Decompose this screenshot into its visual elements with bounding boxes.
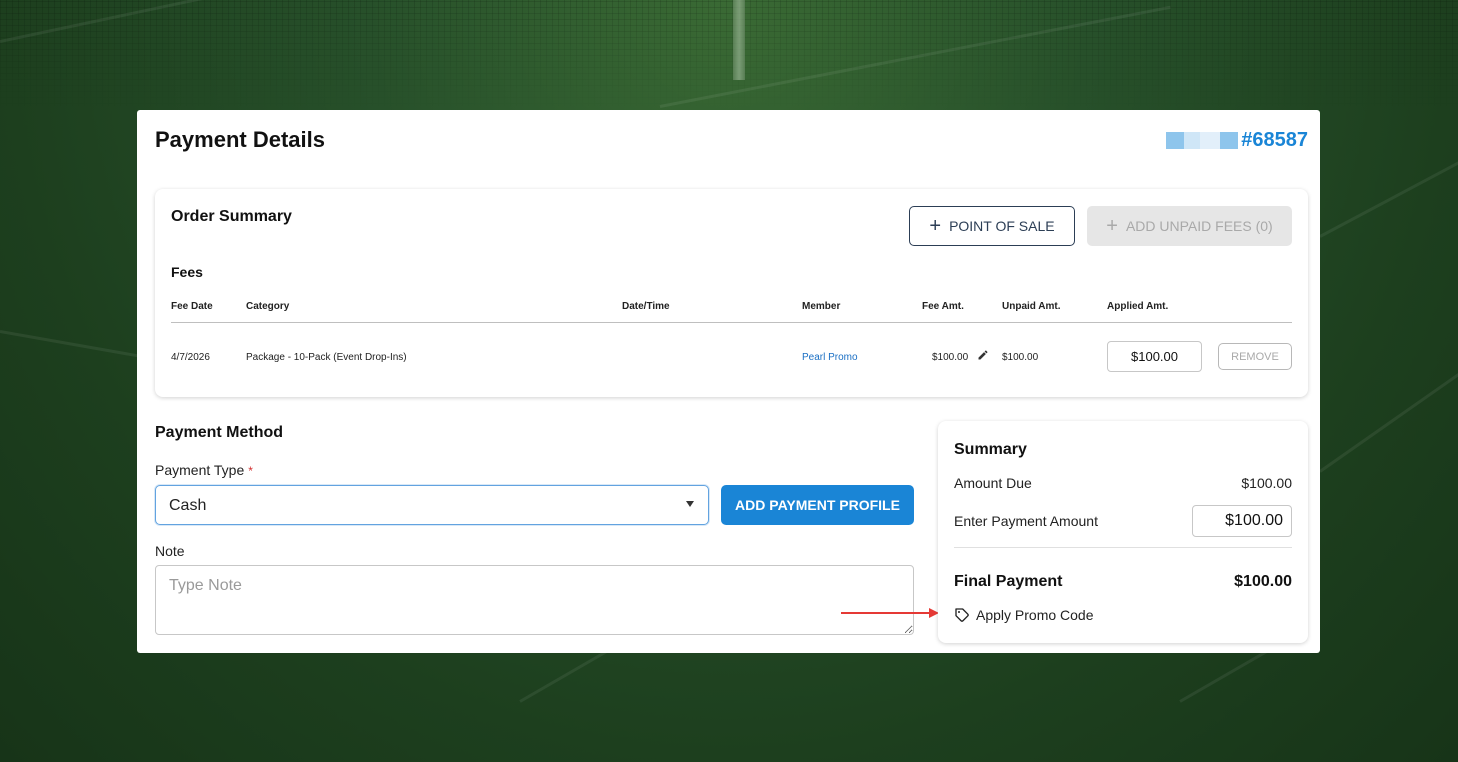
payment-type-label: Payment Type *	[155, 462, 253, 478]
caret-down-icon	[686, 501, 694, 507]
amount-due-value: $100.00	[1241, 475, 1292, 491]
apply-promo-code-link[interactable]: Apply Promo Code	[954, 607, 1094, 623]
final-payment-value: $100.00	[1234, 573, 1292, 590]
summary-divider	[954, 547, 1292, 548]
order-id: #68587	[1166, 129, 1308, 152]
applied-amount-input[interactable]	[1107, 341, 1202, 372]
column-header-fee-date: Fee Date	[171, 301, 213, 312]
net-post-background	[733, 0, 745, 80]
page-title: Payment Details	[155, 127, 325, 152]
column-header-category: Category	[246, 301, 290, 312]
payment-details-card: Payment Details #68587 Order Summary + P…	[137, 110, 1320, 653]
order-summary-title: Order Summary	[171, 208, 292, 225]
payment-type-select[interactable]: Cash	[155, 485, 709, 525]
payment-type-label-text: Payment Type	[155, 462, 245, 478]
column-header-member: Member	[802, 301, 841, 312]
summary-title: Summary	[954, 441, 1027, 458]
payment-method-title: Payment Method	[155, 424, 284, 441]
point-of-sale-button[interactable]: + POINT OF SALE	[909, 206, 1075, 246]
category-cell: Package - 10-Pack (Event Drop-Ins)	[246, 352, 407, 363]
add-unpaid-fees-label: ADD UNPAID FEES (0)	[1125, 218, 1273, 234]
fees-title: Fees	[171, 264, 203, 280]
note-textarea[interactable]	[155, 565, 914, 635]
note-label: Note	[155, 543, 185, 559]
required-marker: *	[248, 464, 253, 478]
order-number: #68587	[1241, 129, 1308, 151]
fee-date-cell: 4/7/2026	[171, 352, 210, 363]
court-line	[1319, 155, 1458, 238]
table-header-divider	[171, 322, 1292, 323]
column-header-unpaid-amt: Unpaid Amt.	[1002, 301, 1061, 312]
redacted-block	[1166, 132, 1239, 149]
member-link[interactable]: Pearl Promo	[802, 352, 858, 363]
column-header-applied-amt: Applied Amt.	[1107, 301, 1169, 312]
payment-amount-input[interactable]	[1192, 505, 1292, 537]
tag-icon	[955, 608, 969, 622]
court-line	[1319, 372, 1458, 473]
add-payment-profile-button[interactable]: ADD PAYMENT PROFILE	[721, 485, 914, 525]
fee-amt-cell: $100.00	[932, 352, 969, 363]
court-line	[0, 330, 139, 358]
pencil-icon[interactable]	[977, 349, 989, 361]
point-of-sale-label: POINT OF SALE	[949, 218, 1055, 234]
column-header-date-time: Date/Time	[622, 301, 670, 312]
remove-button[interactable]: REMOVE	[1218, 343, 1292, 370]
add-unpaid-fees-button[interactable]: + ADD UNPAID FEES (0)	[1087, 206, 1292, 246]
payment-type-value: Cash	[169, 497, 207, 514]
unpaid-amt-cell: $100.00	[1002, 352, 1039, 363]
plus-icon: +	[929, 215, 942, 237]
order-summary-panel: Order Summary + POINT OF SALE + ADD UNPA…	[155, 189, 1308, 397]
amount-due-label: Amount Due	[954, 475, 1032, 491]
apply-promo-code-label: Apply Promo Code	[976, 607, 1094, 623]
column-header-fee-amt: Fee Amt.	[922, 301, 964, 312]
enter-payment-label: Enter Payment Amount	[954, 513, 1098, 529]
summary-panel: Summary Amount Due $100.00 Enter Payment…	[938, 421, 1308, 643]
final-payment-label: Final Payment	[954, 573, 1063, 590]
plus-icon: +	[1106, 215, 1118, 237]
arrow-right-icon	[841, 608, 939, 618]
